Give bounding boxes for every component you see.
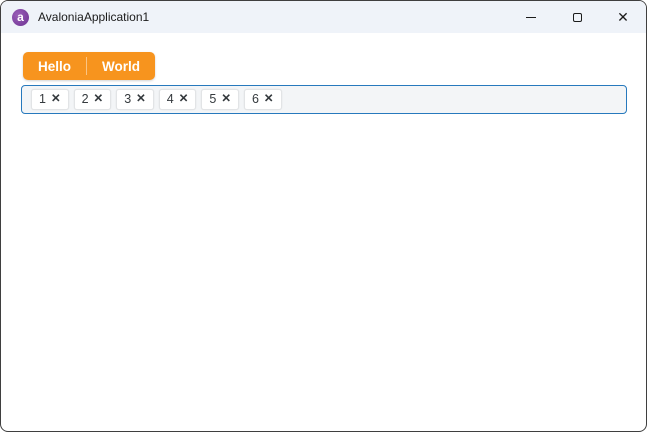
tab-world[interactable]: World xyxy=(87,52,155,80)
titlebar-left: a AvaloniaApplication1 xyxy=(1,8,508,26)
window-controls: ✕ xyxy=(508,1,646,33)
tag-remove-button[interactable]: ✕ xyxy=(51,93,61,106)
tag-remove-button[interactable]: ✕ xyxy=(264,93,274,106)
tag-chip: 4 ✕ xyxy=(158,89,197,110)
tag-remove-button[interactable]: ✕ xyxy=(94,93,104,106)
tag-chip: 6 ✕ xyxy=(243,89,282,110)
tag-chip-label: 4 xyxy=(166,92,174,107)
tag-chip: 5 ✕ xyxy=(201,89,239,110)
tag-chip-label: 3 xyxy=(124,92,132,107)
tag-chip: 2 ✕ xyxy=(73,89,112,110)
minimize-icon xyxy=(526,16,536,18)
tag-chip: 3 ✕ xyxy=(116,89,154,110)
close-icon: ✕ xyxy=(617,9,629,25)
tag-chip-label: 5 xyxy=(209,92,217,107)
tab-strip: Hello World xyxy=(23,52,156,80)
tag-input-box[interactable]: 1 ✕ 2 ✕ 3 ✕ 4 ✕ 5 ✕ 6 ✕ xyxy=(21,85,627,114)
tag-chip: 1 ✕ xyxy=(31,89,69,110)
avalonia-logo-icon: a xyxy=(12,8,29,26)
tag-chip-label: 1 xyxy=(39,92,46,107)
tag-chip-label: 2 xyxy=(81,92,89,107)
tag-remove-button[interactable]: ✕ xyxy=(179,93,189,106)
tag-chip-label: 6 xyxy=(251,92,259,107)
tab-hello[interactable]: Hello xyxy=(23,52,86,80)
app-window: a AvaloniaApplication1 ✕ Hello World 1 ✕ xyxy=(0,0,647,432)
window-title: AvaloniaApplication1 xyxy=(38,10,150,24)
close-button[interactable]: ✕ xyxy=(600,1,646,33)
titlebar[interactable]: a AvaloniaApplication1 ✕ xyxy=(1,1,646,33)
tag-remove-button[interactable]: ✕ xyxy=(136,93,146,106)
minimize-button[interactable] xyxy=(508,1,554,33)
maximize-icon xyxy=(572,12,582,22)
window-content: Hello World 1 ✕ 2 ✕ 3 ✕ 4 ✕ 5 ✕ 6 ✕ xyxy=(1,33,646,114)
maximize-button[interactable] xyxy=(554,1,600,33)
tag-remove-button[interactable]: ✕ xyxy=(221,93,231,106)
